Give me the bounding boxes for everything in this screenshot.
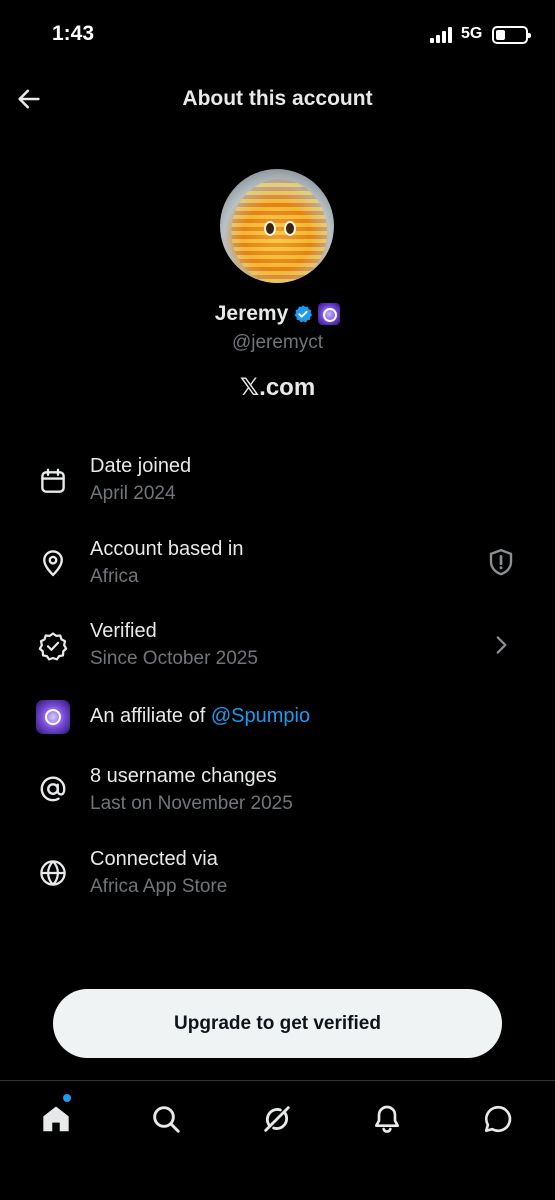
info-value: Since October 2025 [90, 648, 258, 669]
globe-icon [36, 856, 70, 890]
signal-icon [430, 27, 456, 43]
chevron-right-icon[interactable] [484, 628, 518, 662]
info-value: Last on November 2025 [90, 793, 293, 814]
info-title: Account based in [90, 538, 244, 560]
grok-icon[interactable] [257, 1099, 297, 1139]
header: About this account [0, 70, 555, 130]
affiliate-badge-icon[interactable] [318, 303, 341, 325]
shield-icon[interactable] [484, 545, 518, 579]
affiliate-logo-icon [36, 700, 70, 734]
info-value: Africa App Store [90, 876, 228, 897]
handle: @jeremyct [231, 332, 324, 353]
battery-icon [492, 26, 531, 44]
calendar-icon [36, 464, 70, 498]
info-title: Date joined [90, 455, 192, 477]
affiliate-text: An affiliate of @Spumpio [90, 705, 310, 728]
status-bar: 1:43 5G [0, 0, 555, 70]
at-sign-icon [36, 772, 70, 806]
upgrade-button[interactable]: Upgrade to get verified [53, 989, 502, 1058]
info-value: April 2024 [90, 483, 176, 504]
affiliate-prefix: An affiliate of [90, 705, 211, 727]
info-title: 8 username changes [90, 765, 277, 787]
affiliate-link[interactable]: @Spumpio [211, 705, 310, 727]
site-label: 𝕏.com [239, 374, 316, 401]
location-pin-icon [36, 546, 70, 580]
network-label: 5G [461, 25, 483, 42]
notification-dot [63, 1094, 71, 1102]
status-time: 1:43 [52, 22, 95, 45]
verified-badge-outline-icon [36, 629, 70, 663]
messages-icon[interactable] [478, 1099, 518, 1139]
home-icon[interactable] [36, 1099, 76, 1139]
avatar[interactable] [220, 169, 334, 283]
bell-icon[interactable] [367, 1099, 407, 1139]
info-title: Verified [90, 620, 157, 642]
search-icon[interactable] [146, 1099, 186, 1139]
tab-bar [0, 1080, 555, 1200]
name-row: Jeremy [0, 302, 555, 326]
page-title: About this account [182, 87, 373, 110]
display-name: Jeremy [214, 302, 289, 325]
info-value: Africa [90, 566, 139, 587]
verified-badge-icon [294, 305, 313, 323]
info-title: Connected via [90, 848, 218, 870]
